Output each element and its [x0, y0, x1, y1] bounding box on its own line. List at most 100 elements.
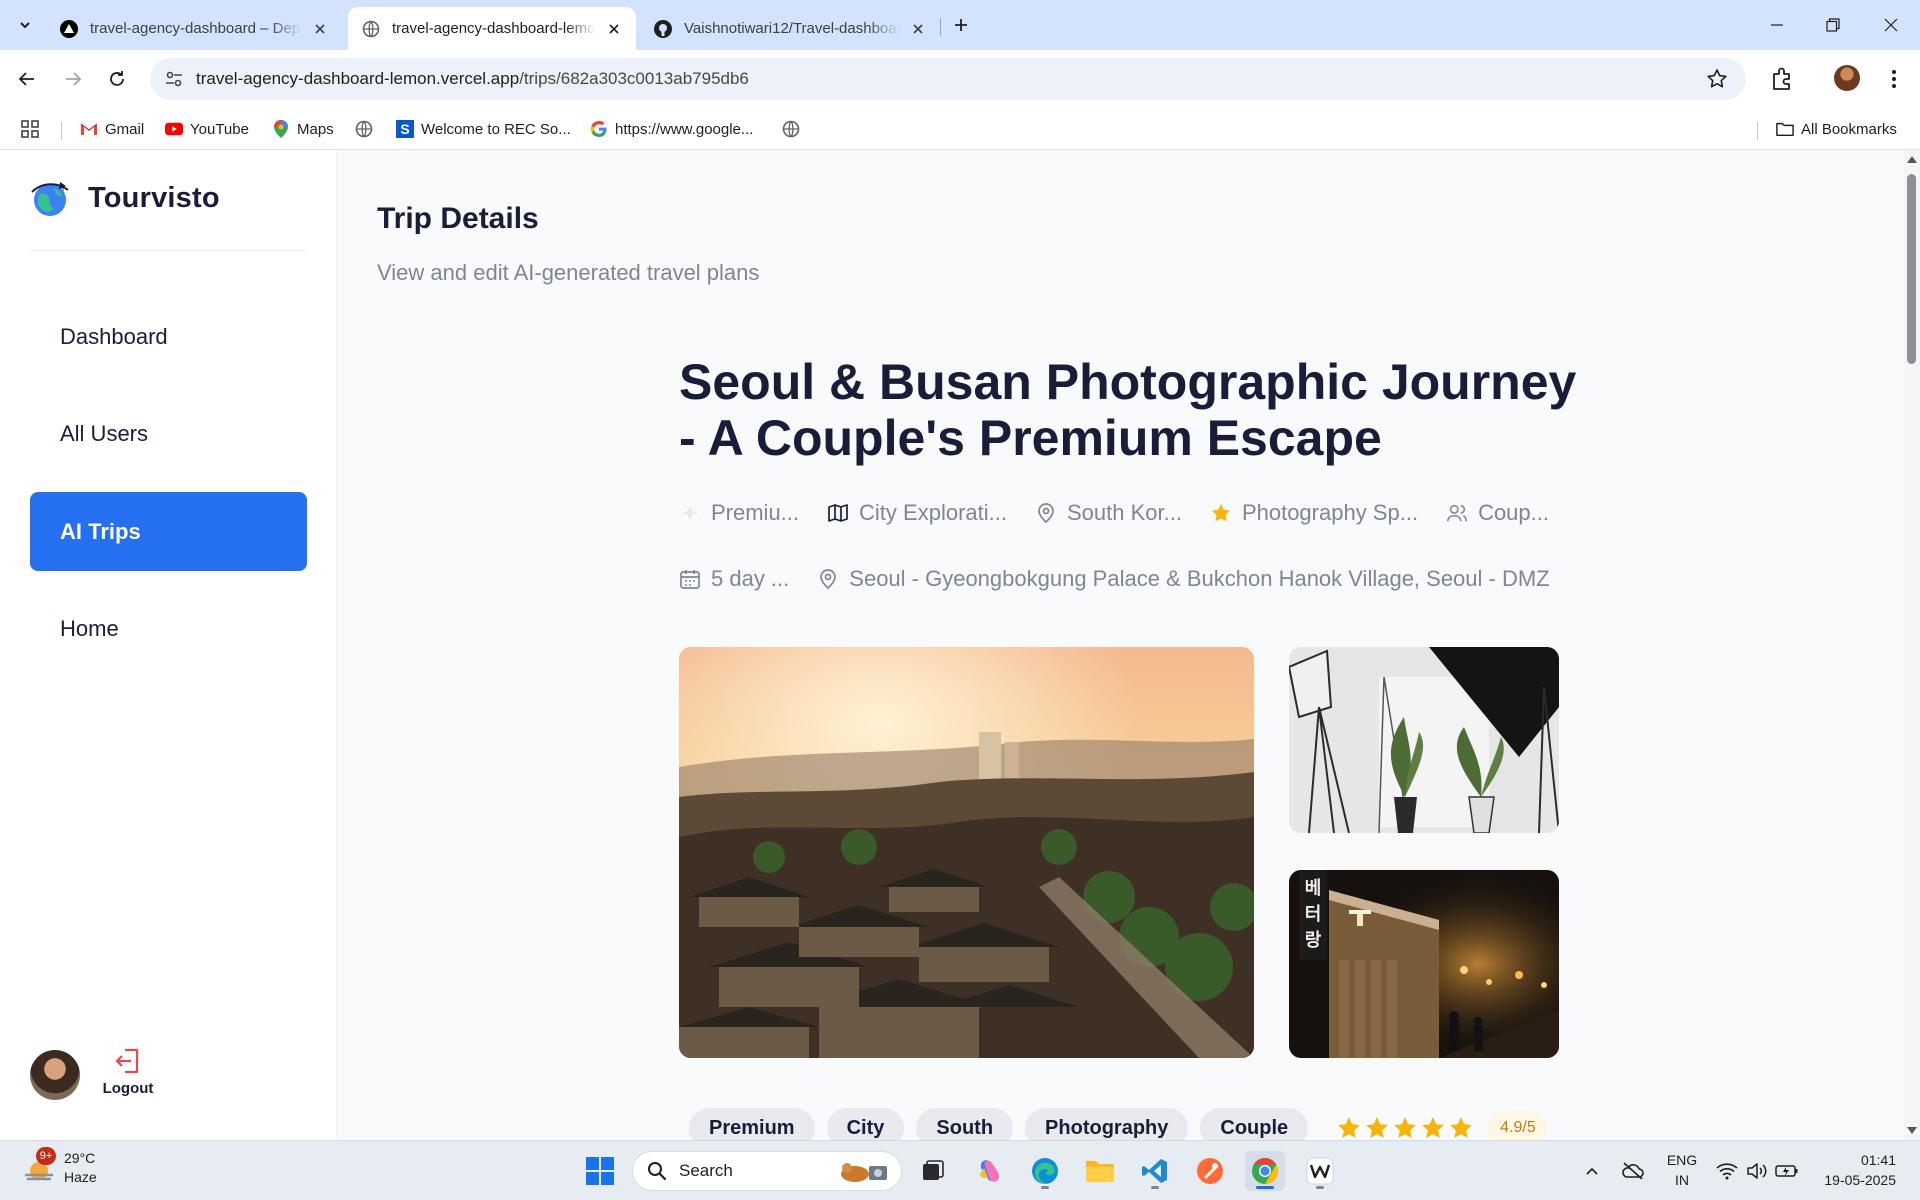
tab-search-button[interactable] — [12, 12, 38, 38]
postman-button[interactable] — [1190, 1151, 1230, 1191]
scroll-up-arrow-icon[interactable] — [1907, 156, 1917, 163]
bookmark-star-icon[interactable] — [1706, 68, 1728, 90]
sidebar-item-dashboard[interactable]: Dashboard — [30, 297, 307, 376]
clock-date: 19-05-2025 — [1824, 1172, 1896, 1188]
bookmark-maps[interactable]: Maps — [272, 116, 334, 142]
trip-info-group: Coup... — [1446, 500, 1549, 526]
search-highlight-image-icon — [841, 1163, 887, 1182]
running-indicator — [1256, 1186, 1274, 1189]
close-icon[interactable] — [604, 19, 624, 39]
battery-status[interactable] — [1774, 1153, 1800, 1189]
youtube-icon — [165, 120, 183, 138]
bookmark-globe-2[interactable] — [782, 116, 807, 142]
reload-button[interactable] — [102, 64, 132, 94]
restore-icon — [1826, 18, 1840, 32]
browser-menu-button[interactable] — [1880, 65, 1908, 93]
chrome-icon — [1252, 1157, 1279, 1185]
map-icon — [827, 502, 849, 524]
user-avatar[interactable] — [30, 1050, 80, 1100]
browser-tab-1[interactable]: travel-agency-dashboard – Dep — [46, 7, 342, 50]
all-bookmarks-button[interactable]: All Bookmarks — [1776, 116, 1897, 142]
copilot-button[interactable] — [970, 1151, 1010, 1191]
trip-info-duration: 5 day ... — [679, 566, 789, 592]
close-icon[interactable] — [310, 19, 330, 39]
browser-tab-2[interactable]: travel-agency-dashboard-lemon — [348, 7, 636, 50]
network-status[interactable] — [1714, 1153, 1740, 1189]
restore-button[interactable] — [1818, 10, 1848, 40]
globe-icon — [782, 120, 800, 138]
start-button[interactable] — [580, 1151, 620, 1191]
chrome-button[interactable] — [1245, 1151, 1285, 1191]
task-view-button[interactable] — [913, 1151, 953, 1191]
extensions-icon[interactable] — [1768, 65, 1796, 93]
bookmark-gmail[interactable]: Gmail — [80, 116, 144, 142]
running-indicator — [1151, 1186, 1159, 1189]
trip-tags: Premium City South Photography Couple 4.… — [689, 1108, 1548, 1140]
url-path: /trips/682a303c0013ab795db6 — [519, 69, 749, 88]
weather-widget[interactable]: 9+ 29°C Haze — [22, 1147, 97, 1187]
site-settings-icon[interactable] — [164, 69, 184, 89]
system-clock[interactable]: 01:41 19-05-2025 — [1824, 1150, 1896, 1190]
plus-icon — [955, 19, 967, 31]
sidebar: Tourvisto Dashboard All Users AI Trips H… — [0, 150, 337, 1140]
more-vertical-icon — [1892, 70, 1896, 88]
bookmark-globe-1[interactable] — [355, 116, 380, 142]
trip-info-budget: Premiu... — [679, 500, 799, 526]
logout-button[interactable]: Logout — [100, 1046, 156, 1102]
bookmark-label: https://www.google... — [615, 120, 754, 138]
new-tab-button[interactable] — [948, 12, 974, 38]
show-hidden-icons-button[interactable] — [1578, 1153, 1606, 1189]
tag-pill: Premium — [689, 1108, 815, 1140]
bookmark-label: Maps — [297, 120, 334, 138]
browser-tab-strip: travel-agency-dashboard – Dep travel-age… — [0, 0, 1920, 50]
minimize-button[interactable] — [1762, 10, 1792, 40]
sidebar-item-all-users[interactable]: All Users — [30, 394, 307, 473]
onedrive-status[interactable] — [1618, 1153, 1648, 1189]
profile-avatar[interactable] — [1834, 65, 1860, 91]
input-language[interactable]: ENG IN — [1662, 1150, 1702, 1190]
tag-pill: Photography — [1025, 1108, 1189, 1140]
wps-button[interactable] — [1300, 1151, 1340, 1191]
bookmark-youtube[interactable]: YouTube — [165, 116, 249, 142]
address-bar[interactable]: travel-agency-dashboard-lemon.vercel.app… — [150, 58, 1746, 100]
bookmark-google[interactable]: https://www.google... — [590, 116, 753, 142]
browser-tab-3[interactable]: Vaishnotiwari12/Travel-dashboard — [640, 7, 940, 50]
brand[interactable]: Tourvisto — [30, 178, 220, 218]
back-button[interactable] — [12, 64, 42, 94]
trip-info-label: Coup... — [1478, 500, 1549, 525]
trip-info-locations: Seoul - Gyeongbokgung Palace & Bukchon H… — [817, 566, 1550, 592]
bookmark-rec[interactable]: S Welcome to REC So... — [396, 116, 571, 142]
star-icon — [1338, 1117, 1361, 1138]
edge-button[interactable] — [1025, 1151, 1065, 1191]
tab-title: travel-agency-dashboard – Dep — [90, 20, 301, 37]
forward-button[interactable] — [58, 64, 88, 94]
vscode-button[interactable] — [1135, 1151, 1175, 1191]
close-window-button[interactable] — [1876, 10, 1906, 40]
sidebar-item-home[interactable]: Home — [30, 589, 307, 668]
url-host: travel-agency-dashboard-lemon.vercel.app — [196, 69, 520, 88]
url-text[interactable]: travel-agency-dashboard-lemon.vercel.app… — [196, 69, 749, 89]
svg-text:랑: 랑 — [1305, 930, 1322, 951]
trip-info-country: South Kor... — [1035, 500, 1182, 526]
bookmark-label: Welcome to REC So... — [421, 120, 571, 138]
battery-charging-icon — [1775, 1165, 1798, 1177]
scroll-thumb[interactable] — [1907, 174, 1916, 364]
sidebar-item-label: Home — [60, 615, 119, 641]
google-icon — [590, 120, 608, 138]
arrow-left-icon — [18, 72, 34, 86]
main-content: Trip Details View and edit AI-generated … — [337, 150, 1920, 1140]
users-icon — [1446, 502, 1468, 524]
close-icon[interactable] — [908, 19, 928, 39]
tab-title: travel-agency-dashboard-lemon — [392, 20, 596, 37]
lang-line1: ENG — [1666, 1152, 1698, 1168]
trip-info-interest: Photography Sp... — [1210, 500, 1418, 526]
apps-button[interactable] — [20, 116, 40, 142]
taskbar-search-box[interactable]: Search — [632, 1151, 902, 1191]
file-explorer-button[interactable] — [1080, 1151, 1120, 1191]
scroll-down-arrow-icon[interactable] — [1907, 1127, 1917, 1134]
rating-badge: 4.9/5 — [1488, 1111, 1548, 1140]
trip-info-label: Photography Sp... — [1241, 500, 1419, 525]
sidebar-item-ai-trips[interactable]: AI Trips — [30, 492, 307, 571]
volume-control[interactable] — [1744, 1153, 1770, 1189]
page-scrollbar[interactable] — [1904, 150, 1920, 1140]
